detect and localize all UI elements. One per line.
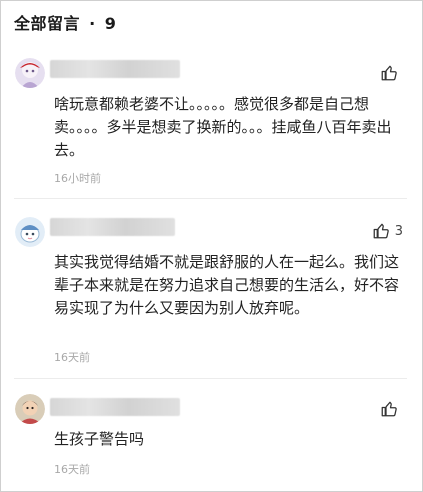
avatar-image	[15, 217, 45, 247]
comment-time: 16小时前	[54, 172, 101, 185]
divider	[14, 198, 407, 199]
comment-count: 9	[104, 14, 117, 33]
username-blurred[interactable]	[50, 218, 175, 236]
thumbs-up-icon	[381, 401, 397, 417]
divider	[14, 378, 407, 379]
username-blurred[interactable]	[50, 60, 180, 78]
avatar[interactable]	[15, 394, 45, 424]
thumbs-up-icon	[381, 65, 397, 81]
like-count: 3	[394, 223, 403, 239]
comment-text: 啥玩意都赖老婆不让。。。。。感觉很多都是自己想卖。。。。多半是想卖了换新的。。。…	[54, 95, 392, 159]
comment-text: 生孩子警告吗	[54, 430, 145, 448]
header-separator: ·	[89, 14, 96, 33]
like-button[interactable]	[380, 64, 403, 82]
comments-header: 全部留言 · 9	[14, 10, 116, 34]
comment-time: 16天前	[54, 463, 90, 476]
thumbs-up-icon	[373, 223, 389, 239]
avatar-image	[15, 394, 45, 424]
comment-text: 其实我觉得结婚不就是跟舒服的人在一起么。我们这辈子本来就是在努力追求自己想要的生…	[54, 253, 400, 317]
comments-title: 全部留言	[14, 14, 81, 33]
like-button[interactable]: 3	[372, 222, 403, 240]
like-button[interactable]	[380, 400, 403, 418]
avatar-image	[15, 58, 45, 88]
comment-time: 16天前	[54, 351, 90, 364]
avatar[interactable]	[15, 58, 45, 88]
avatar[interactable]	[15, 217, 45, 247]
username-blurred[interactable]	[50, 398, 180, 416]
